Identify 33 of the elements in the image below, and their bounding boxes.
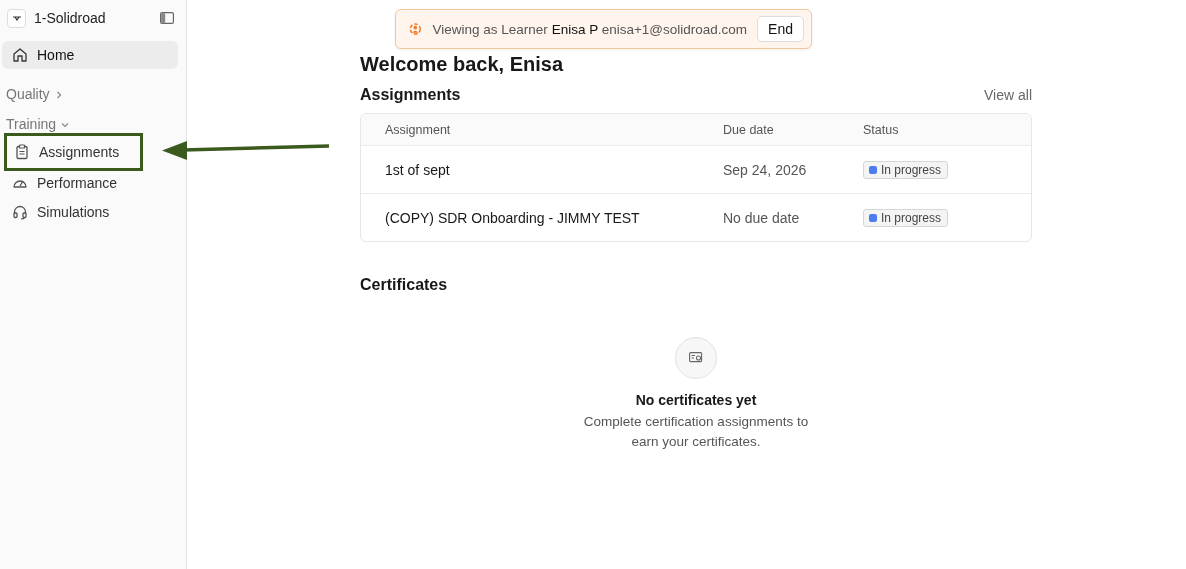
clipboard-icon	[14, 144, 30, 160]
page-heading: Welcome back, Enisa	[360, 52, 565, 76]
section-title: Certificates	[360, 276, 449, 295]
assignment-name: 1st of sept	[385, 161, 451, 178]
section-title: Assignments	[360, 85, 461, 104]
certificate-icon	[689, 352, 703, 364]
nav-item[interactable]: Home	[2, 41, 178, 69]
table-row[interactable]: (COPY) SDR Onboarding - JIMMY TEST No due date In progress	[361, 193, 1031, 241]
column-header: Status	[863, 122, 900, 137]
table-row[interactable]: 1st of sept Sep 24, 2026 In progress	[361, 145, 1031, 193]
sidebar-toggle-icon[interactable]	[160, 12, 174, 24]
due-date: No due date	[723, 209, 801, 226]
due-date: Sep 24, 2026	[723, 161, 808, 178]
home-icon	[12, 47, 28, 63]
nav-item[interactable]: Performance	[2, 169, 178, 197]
status-label: In progress	[881, 210, 942, 225]
section-header[interactable]: Training	[1, 113, 76, 135]
view-all-link[interactable]: View all	[984, 86, 1032, 103]
workspace-name[interactable]: 1-Solidroad	[34, 10, 152, 26]
column-header: Assignment	[385, 122, 452, 137]
nav-item[interactable]: Assignments	[10, 139, 138, 165]
assignment-name: (COPY) SDR Onboarding - JIMMY TEST	[385, 209, 641, 226]
empty-state-text: Complete certification assignments to earn your certificates.	[582, 413, 810, 451]
banner-text: Viewing as Learner Enisa P enisa+1@solidroad.com	[432, 21, 748, 37]
column-header: Due date	[723, 122, 775, 137]
workspace-logo[interactable]	[7, 8, 26, 28]
empty-state-title: No certificates yet	[635, 392, 757, 408]
section-header[interactable]: Quality	[1, 83, 69, 105]
nav-item[interactable]: Simulations	[2, 198, 178, 226]
end-button[interactable]: End	[757, 16, 804, 42]
headset-icon	[12, 204, 28, 220]
viewer-icon	[408, 22, 423, 36]
status-label: In progress	[881, 162, 942, 177]
